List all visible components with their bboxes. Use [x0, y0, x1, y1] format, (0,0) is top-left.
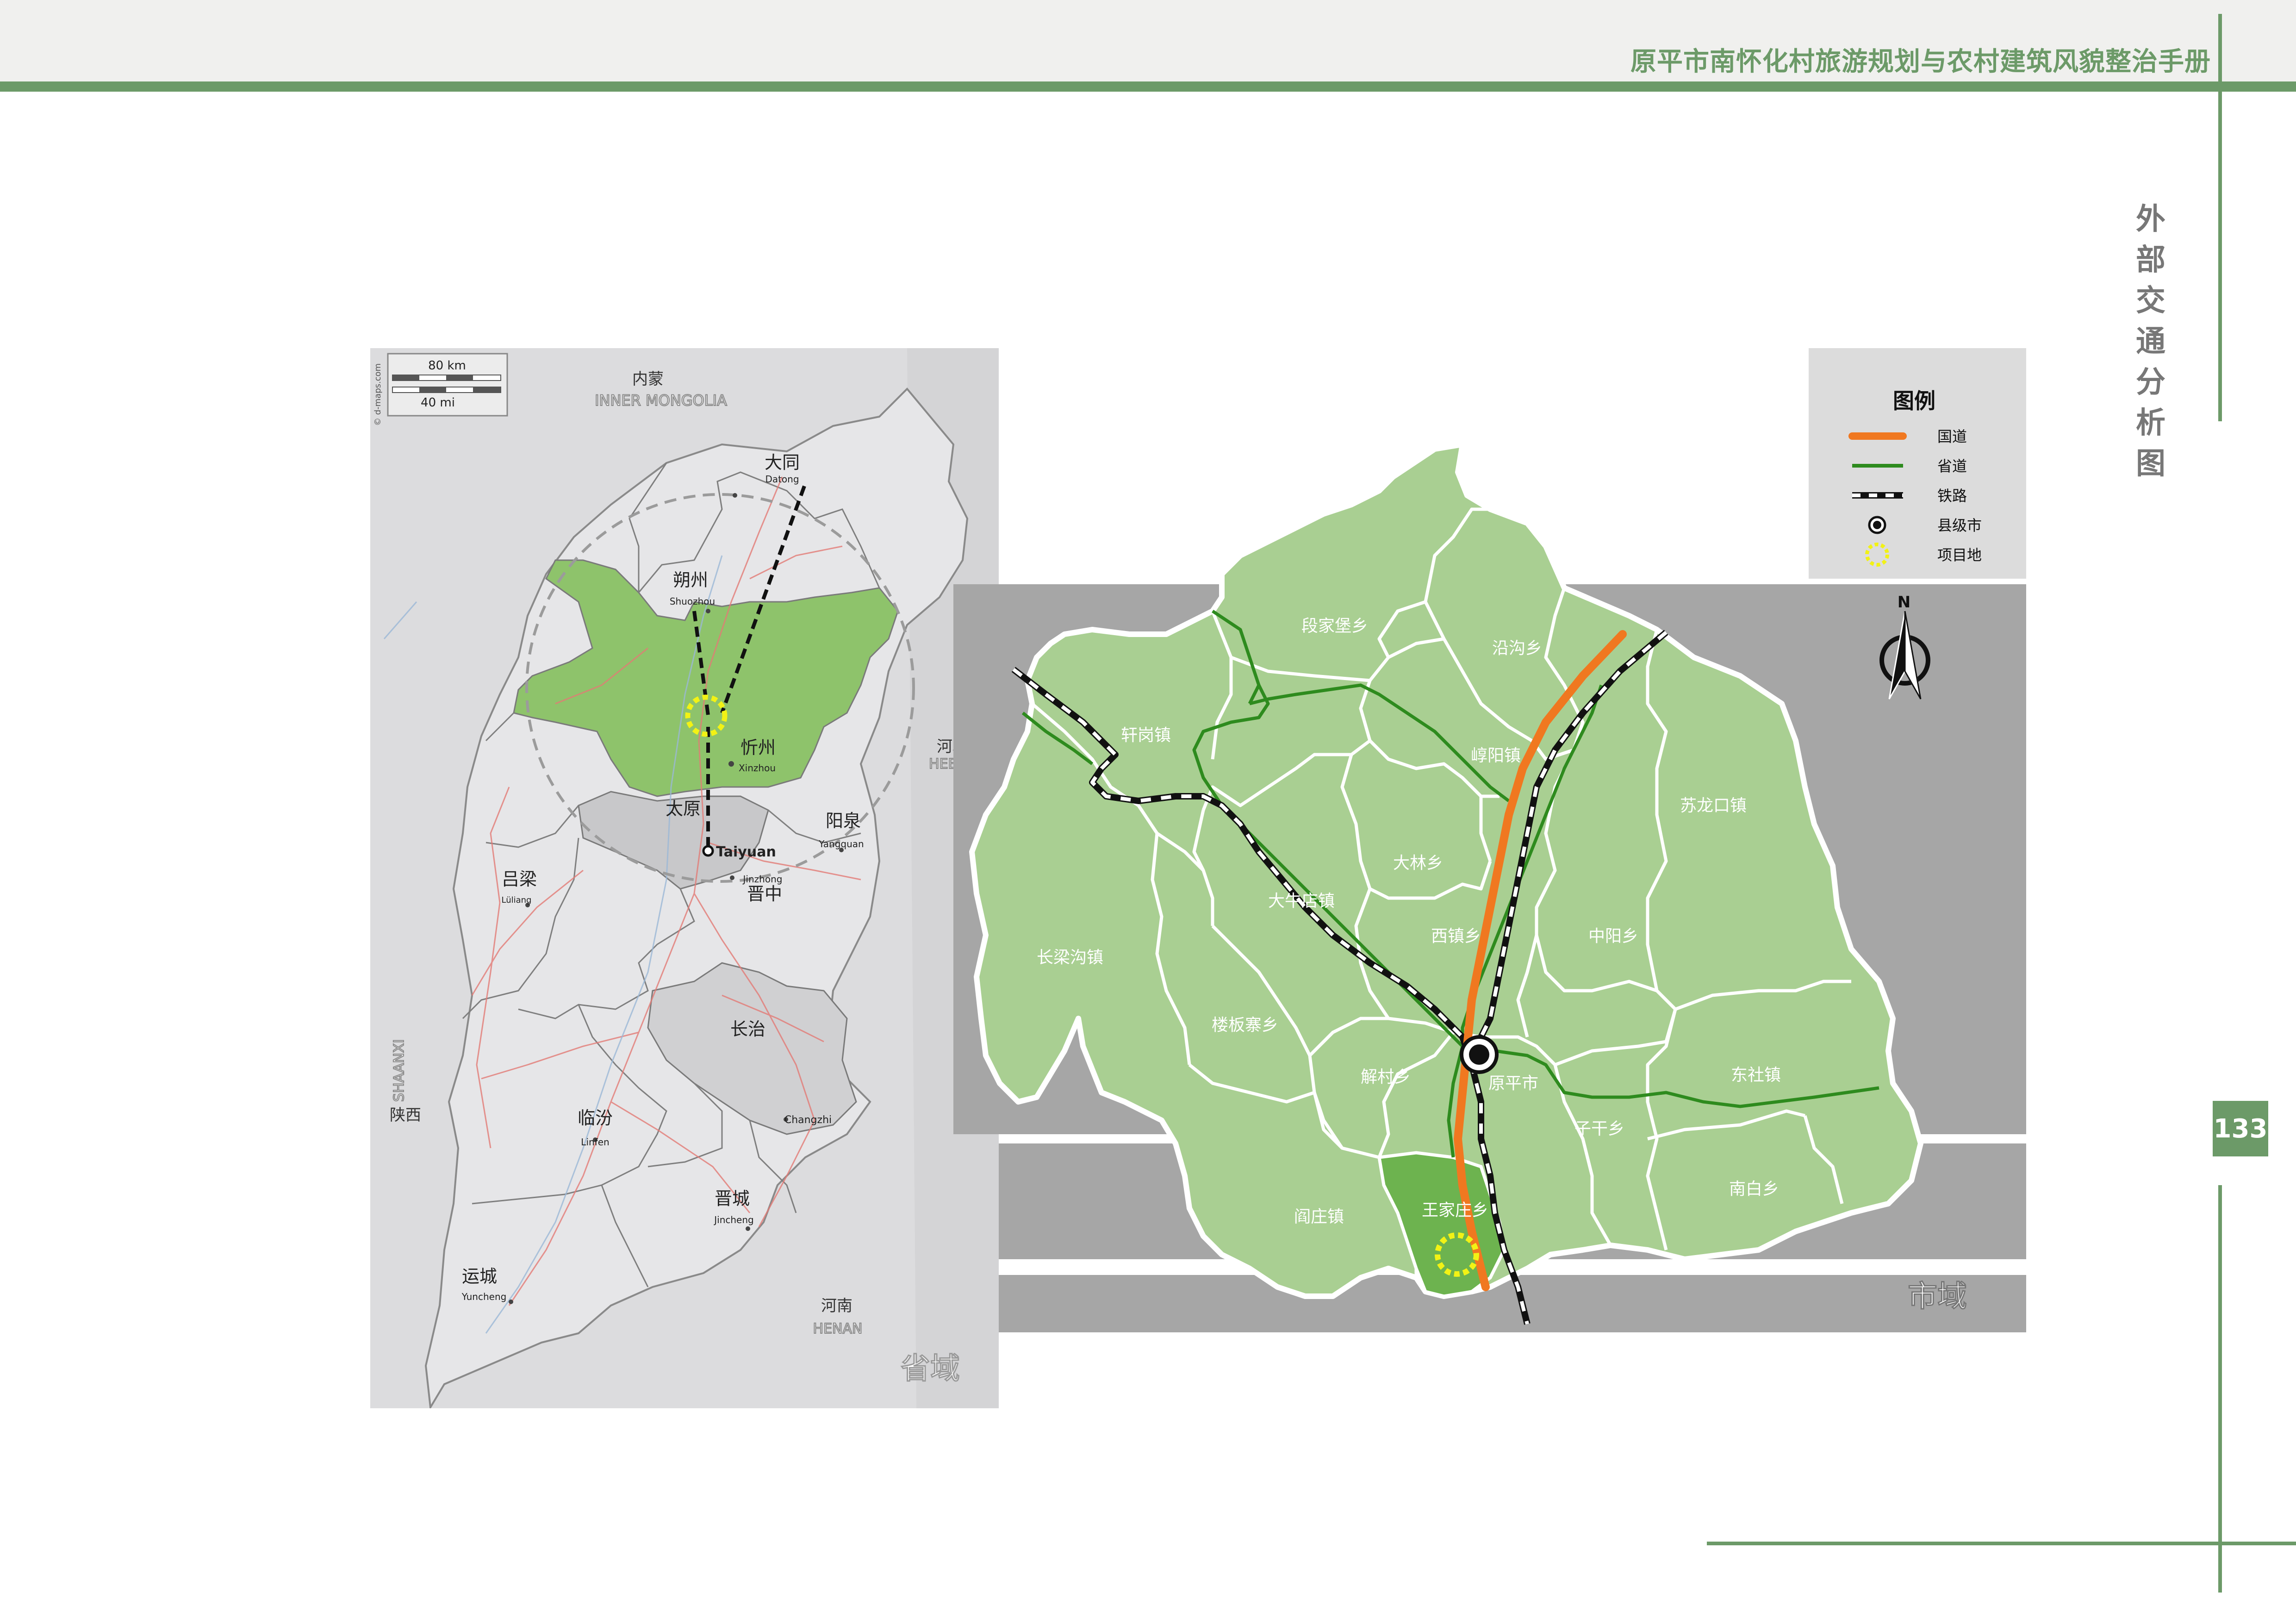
legend-label: 县级市: [1937, 517, 1982, 534]
label-yuncheng-en: Yuncheng: [461, 1291, 507, 1302]
label-changlianggou: 长梁沟镇: [1037, 948, 1103, 967]
label-jiecun: 解村乡: [1361, 1068, 1411, 1087]
yuanping-city-marker: [1460, 1035, 1499, 1074]
label-sulongkou: 苏龙口镇: [1680, 796, 1747, 815]
legend-label: 铁路: [1937, 487, 1967, 505]
label-changzhi: 长治: [730, 1019, 765, 1039]
label-inner-mongolia: 内蒙: [632, 370, 664, 388]
label-duanjiabao: 段家堡乡: [1301, 617, 1368, 636]
label-zigan: 子干乡: [1574, 1119, 1624, 1138]
label-jincheng-en: Jincheng: [713, 1214, 753, 1225]
legend-label: 国道: [1937, 428, 1967, 445]
label-shaanxi-en: SHAANXI: [391, 1039, 407, 1102]
label-yuncheng: 运城: [462, 1266, 497, 1287]
label-lvliang: 吕梁: [502, 869, 537, 889]
label-jinzhong-en: Jinzhong: [742, 874, 783, 885]
north-label: N: [1898, 593, 1910, 612]
label-henan: 河南: [821, 1297, 852, 1315]
label-daniudian: 大牛店镇: [1268, 892, 1335, 911]
label-dalin: 大林乡: [1393, 854, 1443, 873]
county-section-label: 市域: [1908, 1280, 1967, 1314]
label-henan-en: HENAN: [813, 1321, 863, 1337]
scale-bar: 80 km 40 mi: [387, 353, 508, 417]
label-jincheng: 晋城: [715, 1188, 750, 1209]
taiyuan-capital-marker: [702, 845, 714, 857]
scale-mi-label: 40 mi: [421, 396, 455, 410]
label-xuangang: 轩岗镇: [1121, 726, 1171, 745]
province-section-label: 省域: [901, 1352, 960, 1386]
scale-km-label: 80 km: [428, 359, 466, 373]
label-datong: 大同: [765, 452, 800, 473]
map-credit: © d-maps.com: [373, 363, 383, 426]
label-linfen: 临汾: [578, 1108, 613, 1128]
label-lvliang-en: Lüliang: [502, 895, 532, 905]
province-map: 80 km 40 mi © d-maps.com 内蒙 INNER MONGOL…: [370, 348, 999, 1408]
label-jinzhong: 晋中: [747, 884, 782, 904]
legend-label: 项目地: [1937, 546, 1982, 564]
legend-title: 图例: [1893, 388, 1935, 413]
label-shuozhou-en: Shuozhou: [670, 596, 715, 607]
label-yanzhuang: 阎庄镇: [1294, 1207, 1344, 1226]
label-datong-en: Datong: [765, 474, 799, 485]
label-dongshe: 东社镇: [1731, 1066, 1781, 1085]
label-guoyang: 崞阳镇: [1471, 746, 1521, 765]
label-xizhen: 西镇乡: [1431, 927, 1481, 946]
label-taiyuan-en: Taiyuan: [716, 844, 776, 860]
label-wangjiazhuang: 王家庄乡: [1422, 1201, 1488, 1220]
label-yuanping: 原平市: [1488, 1074, 1538, 1093]
transport-analysis-maps: 80 km 40 mi © d-maps.com 内蒙 INNER MONGOL…: [370, 348, 2026, 1408]
label-xinzhou: 忻州: [740, 737, 776, 758]
label-zhongyang: 中阳乡: [1588, 927, 1638, 946]
label-yangquan-en: Yangquan: [818, 838, 864, 849]
label-yangquan: 阳泉: [826, 811, 861, 831]
label-nanbai: 南白乡: [1729, 1180, 1779, 1199]
label-xinzhou-en: Xinzhou: [739, 762, 776, 774]
label-loubanzhai: 楼板寨乡: [1212, 1016, 1278, 1035]
label-shaanxi: 陕西: [390, 1106, 421, 1124]
label-inner-mongolia-en: INNER MONGOLIA: [595, 392, 727, 409]
label-linfen-en: Linfen: [581, 1137, 609, 1148]
label-shuozhou: 朔州: [673, 570, 708, 590]
legend-label: 省道: [1937, 457, 1967, 475]
label-taiyuan: 太原: [666, 799, 701, 819]
label-changzhi-en: Changzhi: [784, 1114, 832, 1126]
legend: 图例 国道 省道 铁路 县级市 项目地: [1809, 348, 2026, 579]
county-backdrop-lower: [999, 1275, 2026, 1332]
legend-box: [1809, 348, 2026, 579]
label-yangou: 沿沟乡: [1492, 639, 1542, 658]
